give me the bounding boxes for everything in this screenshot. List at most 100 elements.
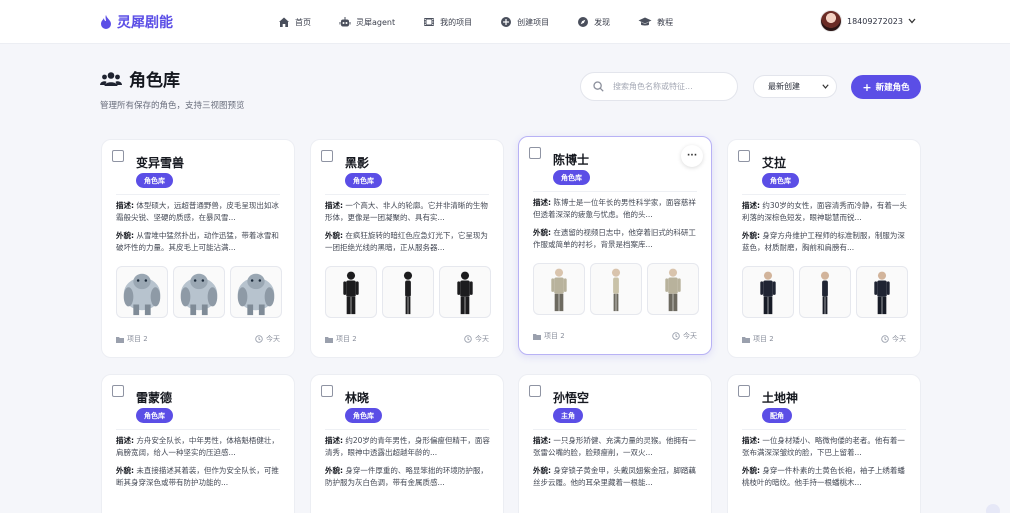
character-card[interactable]: 雷蒙德 角色库 描述: 方舟安全队长，中年男性，体格魁梧健壮，肩膀宽阔，给人一种坚实… (101, 374, 295, 513)
folder-icon (116, 336, 124, 343)
character-description: 描述: 一位身材矮小、略微佝偻的老者。他有着一张布满深深皱纹的脸，下巴上留着..… (742, 436, 905, 457)
view-thumbnail[interactable] (647, 263, 699, 315)
character-appearance: 外貌: 身穿方舟维护工程师的标准制服，制服为深蓝色，材质耐磨，胸前和肩膀有... (742, 231, 905, 252)
flame-icon (101, 15, 111, 29)
chevron-down-icon (822, 84, 829, 89)
project-info: 项目 2 (742, 334, 774, 344)
character-card[interactable]: 艾拉角色库描述: 约30岁的女性，面容清秀而冷静，有着一头利落的深棕色短发，眼神… (727, 139, 921, 358)
divider (533, 191, 697, 192)
created-time: 今天 (881, 334, 906, 344)
top-navbar: 灵犀剧能 首页 灵犀agent 我的项目 创建项目 发现 教程 18409272… (0, 0, 1010, 44)
nav-agent[interactable]: 灵犀agent (339, 16, 395, 28)
more-options-button[interactable]: ··· (681, 145, 703, 167)
character-card[interactable]: ··· 陈博士角色库描述: 陈博士是一位年长的男性科学家，面容慈祥但透着深深的疲惫… (518, 136, 712, 355)
app-name: 灵犀剧能 (117, 15, 173, 31)
select-checkbox[interactable] (321, 150, 333, 162)
character-description: 描述: 体型硕大，远超普通野兽，皮毛呈现出如冰霜般尖锐、坚硬的质感，在暴风雪..… (116, 201, 279, 222)
role-tag: 角色库 (762, 173, 799, 188)
chevron-down-icon (908, 18, 916, 24)
page-title-text: 角色库 (129, 71, 180, 91)
view-thumbnail[interactable] (590, 263, 642, 315)
created-time: 今天 (255, 334, 280, 344)
clock-icon (672, 332, 680, 340)
character-description: 描述: 约20岁的青年男性，身形偏瘦但精干，面容清秀，眼神中透露出超越年龄的..… (325, 436, 490, 457)
role-tag: 角色库 (553, 170, 590, 185)
character-name: 孙悟空 (553, 391, 590, 405)
film-icon (424, 18, 435, 26)
view-thumbnail[interactable] (325, 266, 377, 318)
character-description: 描述: 约30岁的女性，面容清秀而冷静，有着一头利落的深棕色短发，眼神聪慧而锐.… (742, 201, 907, 222)
select-checkbox[interactable] (529, 385, 541, 397)
new-button-label: 新建角色 (875, 83, 910, 93)
view-thumbnail[interactable] (856, 266, 908, 318)
character-card[interactable]: 黑影 角色库 描述: 一个高大、非人的轮廓。它并非清晰的生物形体，更像是一团凝聚的、… (310, 139, 504, 358)
character-appearance: 外貌: 未直接描述其着装，但作为安全队长，可推断其身穿深色或带有防护功能的... (116, 466, 279, 487)
nav-create-project[interactable]: 创建项目 (500, 16, 549, 28)
view-thumbnail[interactable] (173, 266, 225, 318)
select-checkbox[interactable] (738, 385, 750, 397)
nav-label: 创建项目 (517, 17, 550, 27)
character-card[interactable]: 孙悟空 主角 描述: 一只身形矫健、充满力量的灵猴。他拥有一张雷公嘴的脸，脸颊瘦削，… (518, 374, 712, 513)
card-footer: 项目 2 今天 (742, 334, 906, 344)
three-view-thumbnails (533, 263, 699, 315)
nav-label: 首页 (295, 17, 311, 27)
character-card[interactable]: 变异雪兽 角色库 描述: 体型硕大，远超普通野兽，皮毛呈现出如冰霜般尖锐、坚硬的质感… (101, 139, 295, 358)
user-phone: 18409272023 (847, 16, 903, 26)
select-checkbox[interactable] (112, 150, 124, 162)
clock-icon (881, 335, 889, 343)
view-thumbnail[interactable] (439, 266, 491, 318)
select-checkbox[interactable] (112, 385, 124, 397)
character-appearance: 外貌: 在遗留的视频日志中，他穿着旧式的科研工作服或简单的衬衫，背景是档案库..… (533, 228, 696, 249)
character-appearance: 外貌: 身穿一件朴素的土黄色长袍，袖子上绣着蟠桃枝叶的暗纹。他手持一根蟠桃木..… (742, 466, 905, 487)
divider (325, 429, 489, 430)
sort-select[interactable]: 最新创建 (753, 75, 837, 98)
sort-value: 最新创建 (768, 82, 800, 91)
character-appearance: 外貌: 身穿一件厚重的、略显笨拙的环境防护服，防护服为灰白色调，带有金属质感..… (325, 466, 488, 487)
folder-icon (325, 336, 333, 343)
view-thumbnail[interactable] (116, 266, 168, 318)
role-tag: 配角 (762, 408, 792, 423)
graduation-cap-icon (638, 17, 652, 26)
role-tag: 角色库 (345, 408, 382, 423)
character-appearance: 外貌: 身穿锁子黄金甲，头戴凤翅紫金冠，脚踏藕丝步云履。他的耳朵里藏着一根能..… (533, 466, 696, 487)
character-card[interactable]: 林晓 角色库 描述: 约20岁的青年男性，身形偏瘦但精干，面容清秀，眼神中透露出超越… (310, 374, 504, 513)
nav-label: 教程 (657, 17, 674, 27)
scroll-indicator[interactable] (986, 504, 1000, 513)
divider (533, 429, 697, 430)
clock-icon (255, 335, 263, 343)
nav-home[interactable]: 首页 (278, 16, 311, 28)
new-character-button[interactable]: + 新建角色 (851, 75, 921, 99)
card-footer: 项目 2 今天 (533, 331, 697, 341)
character-description: 描述: 陈博士是一位年长的男性科学家，面容慈祥但透着深深的疲惫与忧虑。他的头..… (533, 198, 696, 219)
view-thumbnail[interactable] (533, 263, 585, 315)
select-checkbox[interactable] (321, 385, 333, 397)
character-name: 陈博士 (553, 153, 590, 167)
character-name: 雷蒙德 (136, 391, 173, 405)
character-name: 艾拉 (762, 156, 787, 170)
nav-tutorial[interactable]: 教程 (638, 16, 673, 28)
character-name: 土地神 (762, 391, 799, 405)
nav-label: 灵犀agent (356, 17, 396, 27)
role-tag: 角色库 (136, 408, 173, 423)
select-checkbox[interactable] (738, 150, 750, 162)
role-tag: 角色库 (136, 173, 173, 188)
user-menu[interactable]: 18409272023 (820, 10, 916, 32)
app-logo[interactable]: 灵犀剧能 (100, 12, 173, 32)
page-title: 角色库 (100, 66, 245, 91)
project-info: 项目 2 (116, 334, 148, 344)
character-appearance: 外貌: 在疯狂旋转的暗红色应急灯光下，它呈现为一团拒绝光线的黑暗，正从服务器..… (325, 231, 488, 252)
select-checkbox[interactable] (529, 147, 541, 159)
view-thumbnail[interactable] (382, 266, 434, 318)
nav-my-projects[interactable]: 我的项目 (423, 16, 472, 28)
character-card[interactable]: 土地神配角描述: 一位身材矮小、略微佝偻的老者。他有着一张布满深深皱纹的脸，下巴… (727, 374, 921, 513)
role-tag: 角色库 (345, 173, 382, 188)
search-box[interactable] (580, 72, 738, 101)
folder-icon (742, 336, 750, 343)
search-input[interactable] (613, 82, 728, 91)
nav-discover[interactable]: 发现 (577, 16, 610, 28)
avatar[interactable] (820, 10, 842, 32)
view-thumbnail[interactable] (799, 266, 851, 318)
project-info: 项目 2 (325, 334, 357, 344)
view-thumbnail[interactable] (742, 266, 794, 318)
view-thumbnail[interactable] (230, 266, 282, 318)
